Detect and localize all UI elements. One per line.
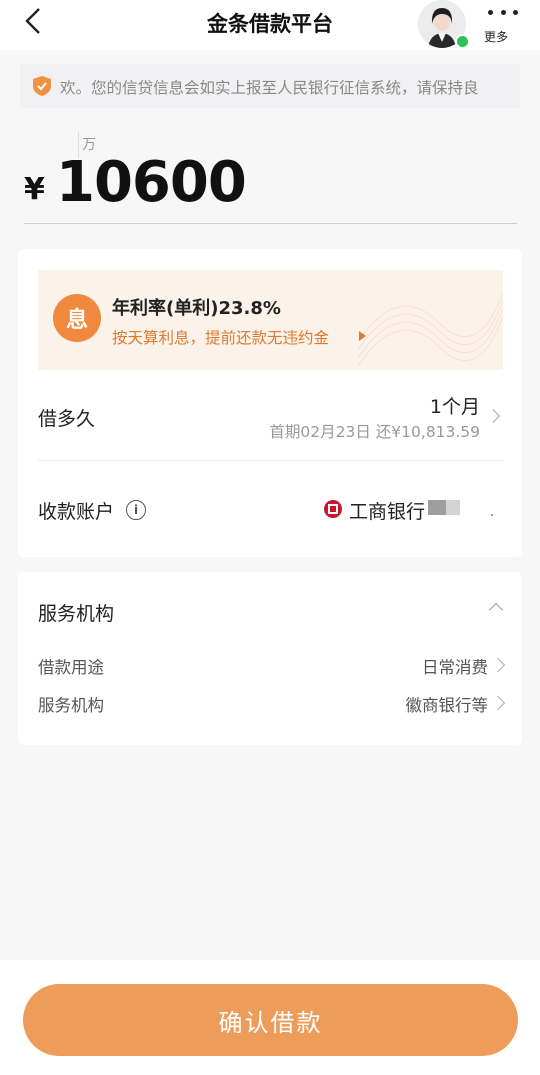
bank-account-value[interactable]: 工商银行 bbox=[349, 497, 425, 524]
more-icon[interactable] bbox=[488, 6, 518, 18]
service-item-label: 借款用途 bbox=[38, 658, 104, 677]
confirm-loan-button[interactable]: 确认借款 bbox=[23, 984, 518, 1056]
shield-icon bbox=[32, 75, 52, 97]
annual-rate-text: 年利率(单利)23.8% bbox=[112, 298, 281, 319]
more-label[interactable]: 更多 bbox=[484, 28, 508, 45]
account-label: 收款账户 bbox=[38, 501, 115, 523]
interest-badge-icon: 息 bbox=[53, 294, 101, 342]
divider bbox=[38, 460, 503, 461]
duration-value[interactable]: 1个月 bbox=[380, 392, 480, 419]
interest-rate-banner[interactable] bbox=[38, 270, 503, 370]
online-status-dot bbox=[455, 34, 470, 49]
loan-amount-input[interactable]: 10600 bbox=[56, 150, 247, 215]
first-repayment-text: 首期02月23日 还¥10,813.59 bbox=[269, 423, 480, 441]
amount-underline bbox=[24, 223, 517, 224]
credit-notice-bar: 欢。您的信贷信息会如实上报至人民银行征信系统，请保持良 bbox=[20, 64, 520, 108]
rate-description[interactable]: 按天算利息，提前还款无违约金 bbox=[112, 326, 329, 348]
icbc-logo-core bbox=[330, 506, 336, 512]
service-item-label: 服务机构 bbox=[38, 696, 104, 715]
service-org-value[interactable]: 徽商银行等 bbox=[308, 692, 489, 716]
duration-label: 借多久 bbox=[38, 408, 96, 430]
loan-purpose-value[interactable]: 日常消费 bbox=[308, 654, 488, 678]
service-section-title: 服务机构 bbox=[38, 603, 115, 625]
play-arrow-icon bbox=[359, 331, 366, 341]
info-icon[interactable]: i bbox=[126, 500, 146, 520]
notice-text: 欢。您的信贷信息会如实上报至人民银行征信系统，请保持良 bbox=[60, 79, 479, 97]
masked-account-number bbox=[428, 500, 446, 515]
dot-decoration bbox=[491, 514, 493, 516]
wave-pattern-decoration bbox=[358, 291, 503, 367]
masked-account-number-fade bbox=[446, 500, 460, 515]
currency-symbol: ¥ bbox=[24, 172, 45, 207]
